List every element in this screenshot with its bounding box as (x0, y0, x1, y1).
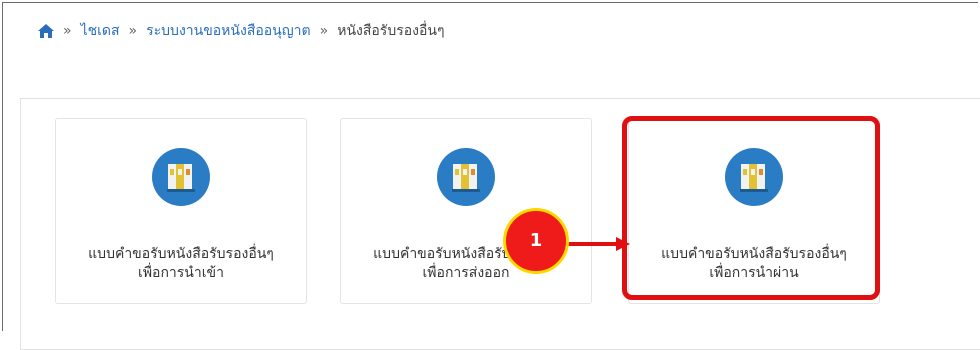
binders-icon (152, 148, 210, 206)
highlight-box (622, 116, 880, 300)
breadcrumb: » ไชเดส » ระบบงานขอหนังสืออนุญาต » หนังส… (38, 20, 444, 42)
card-export-certificate[interactable]: แบบคำขอรับหนังสือรับรองอื่นๆ เพื่อการส่ง… (340, 118, 592, 304)
binders-icon (437, 148, 495, 206)
breadcrumb-item-system[interactable]: ระบบงานขอหนังสืออนุญาต (146, 20, 311, 42)
breadcrumb-separator: » (63, 23, 72, 39)
card-label: แบบคำขอรับหนังสือรับรองอื่นๆ เพื่อการนำเ… (88, 246, 274, 281)
home-icon[interactable] (38, 24, 54, 38)
card-import-certificate[interactable]: แบบคำขอรับหนังสือรับรองอื่นๆ เพื่อการนำเ… (55, 118, 307, 304)
arrow-right-icon (568, 237, 630, 251)
breadcrumb-item-current: หนังสือรับรองอื่นๆ (337, 23, 445, 39)
breadcrumb-separator: » (319, 23, 329, 39)
breadcrumb-separator: » (128, 23, 138, 39)
breadcrumb-item-site[interactable]: ไชเดส (81, 20, 120, 42)
step-marker: 1 (503, 208, 569, 274)
